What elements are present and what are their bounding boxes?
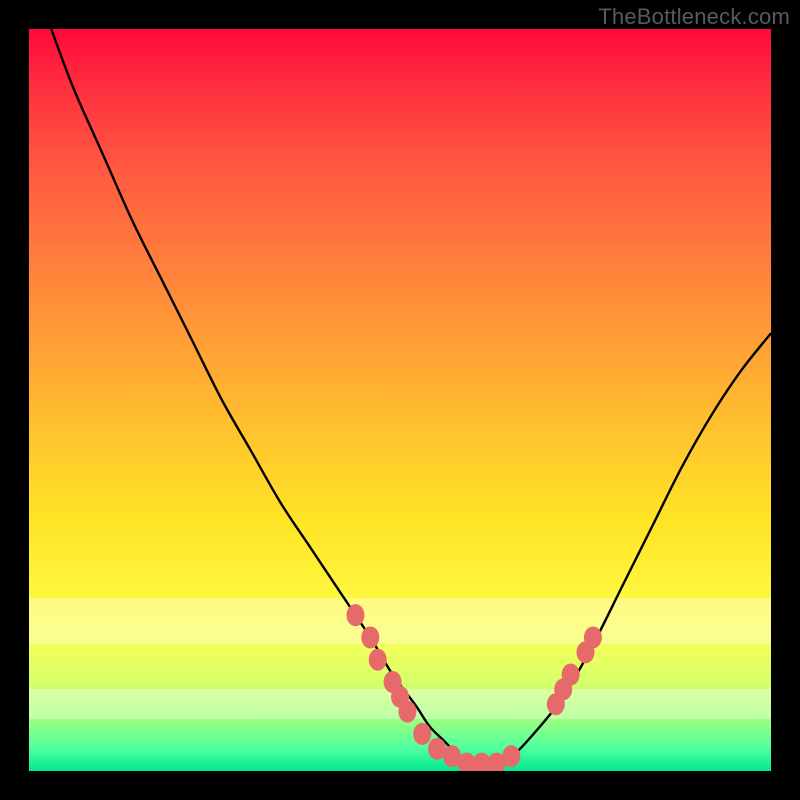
chart-svg — [29, 29, 771, 771]
curve-dot — [502, 745, 520, 767]
curve-dot — [584, 626, 602, 648]
curve-dot — [361, 626, 379, 648]
curve-dot — [398, 701, 416, 723]
curve-dot — [346, 604, 364, 626]
curve-dot — [369, 649, 387, 671]
curve-dot — [562, 664, 580, 686]
curve-dots-group — [346, 604, 601, 771]
curve-dot — [413, 723, 431, 745]
watermark-text: TheBottleneck.com — [598, 4, 790, 30]
chart-plot-area — [29, 29, 771, 771]
bottleneck-curve — [51, 29, 771, 765]
